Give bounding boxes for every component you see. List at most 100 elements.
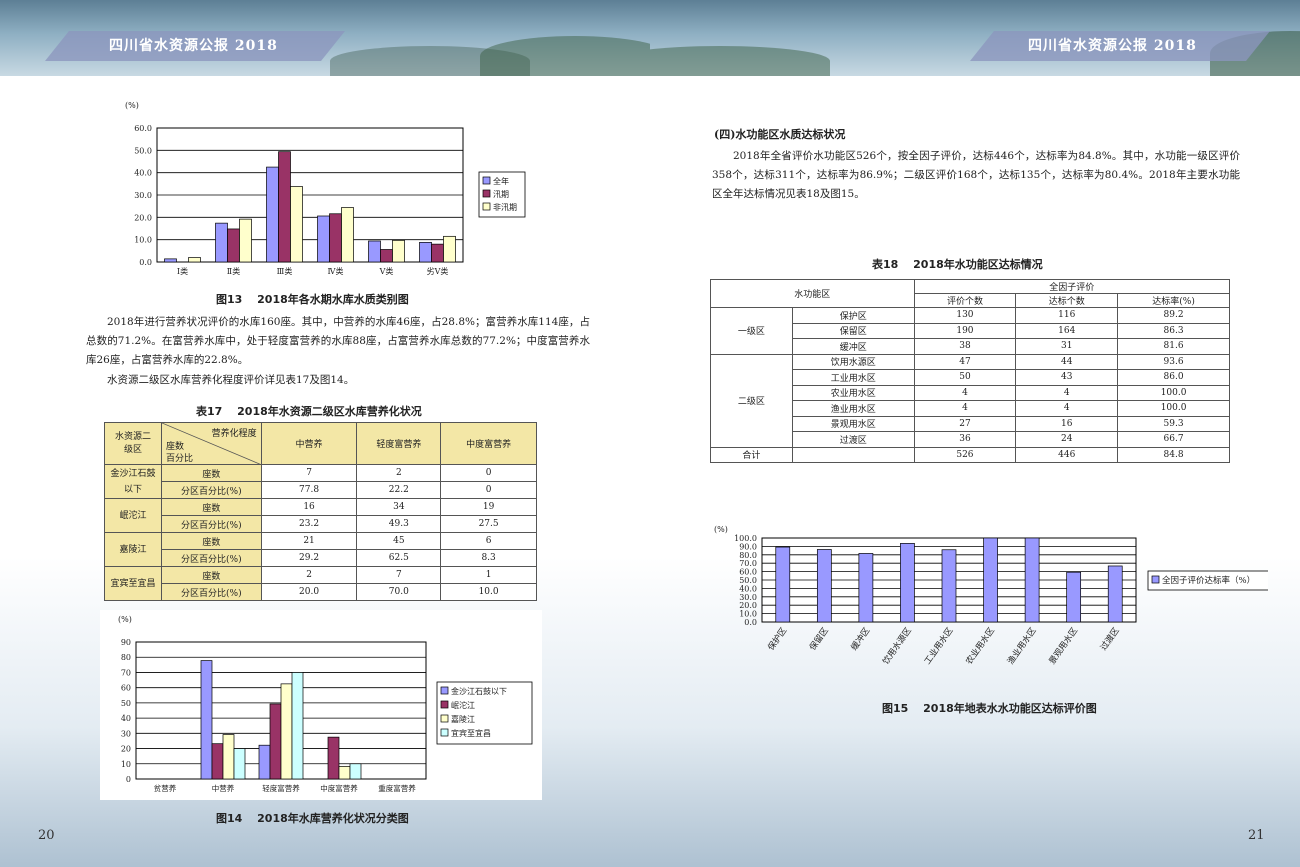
bar-Ⅱ类-非汛期 [239, 218, 252, 263]
bar-Ⅰ类-非汛期 [188, 257, 201, 263]
table18-col-header: 达标个数 [1015, 293, 1119, 308]
y-tick-label: 60.0 [134, 124, 152, 133]
table17-cell: 23.2 [260, 515, 358, 533]
table17-cell: 27.5 [440, 515, 537, 533]
x-category-label: 工业用水区 [922, 625, 956, 667]
legend-swatch [440, 728, 449, 737]
y-tick-label: 20.0 [134, 213, 152, 222]
bar-Ⅴ类-非汛期 [392, 239, 405, 263]
table17-cell: 70.0 [356, 583, 442, 601]
table18-caption: 表18 2018年水功能区达标情况 [872, 258, 1043, 271]
table17-region-name: 宜宾至宜昌 [104, 566, 162, 601]
bar-轻度富营养-嘉陵江 [280, 683, 293, 780]
table18-total-cell: 84.8 [1117, 446, 1230, 463]
bar-Ⅱ类-全年 [215, 222, 228, 263]
bar-缓冲区-全因子评价达标率（%） [858, 553, 874, 623]
table17-cell: 21 [260, 532, 358, 550]
table18-cell: 38 [913, 338, 1017, 355]
x-category-label: 保留区 [807, 625, 831, 653]
table17-row-label: 座数 [160, 532, 262, 550]
table18-total-cell: 526 [913, 446, 1017, 463]
legend-label: 宜宾至宜昌 [451, 728, 491, 738]
table18-cell: 89.2 [1117, 307, 1230, 324]
table18-cell: 4 [913, 384, 1017, 401]
bar-Ⅲ类-全年 [266, 166, 279, 263]
table18-cell: 24 [1015, 431, 1119, 448]
legend-swatch [482, 189, 491, 198]
legend-swatch [482, 202, 491, 211]
table18-cell: 27 [913, 415, 1017, 432]
table17-region-name: 金沙江石鼓以下 [104, 464, 162, 499]
right-paragraph: 2018年全省评价水功能区526个，按全因子评价，达标446个，达标率为84.8… [712, 150, 1240, 200]
table18-cell: 190 [913, 322, 1017, 339]
bar-中营养-金沙江石鼓以下 [200, 660, 213, 780]
table17-cell: 1 [440, 566, 537, 584]
legend-label: 汛期 [493, 190, 509, 199]
bar-Ⅳ类-全年 [317, 215, 330, 263]
table18-empty-cell [791, 446, 915, 463]
legend-label: 岷沱江 [451, 700, 475, 710]
y-tick-label: 10.0 [739, 610, 757, 619]
bar-劣Ⅴ类-全年 [419, 241, 432, 263]
table17-region-name: 岷沱江 [104, 498, 162, 533]
table17-cell: 77.8 [260, 481, 358, 499]
table17-cell: 22.2 [356, 481, 442, 499]
x-category-label: 过渡区 [1098, 625, 1122, 653]
y-tick-label: 90 [121, 638, 131, 647]
y-tick-label: 20.0 [739, 601, 757, 610]
table17-col-header: 中营养 [260, 422, 358, 465]
table17-col-header: 轻度富营养 [356, 422, 442, 465]
y-tick-label: 70 [121, 668, 131, 677]
table18-cell: 59.3 [1117, 415, 1230, 432]
table17-cell: 8.3 [440, 549, 537, 567]
fig15-chart: 0.0 10.0 20.0 30.0 40.0 50.0 60.0 70.0 80.0 90.0 1… [708, 514, 1297, 694]
bar-Ⅴ类-汛期 [380, 249, 393, 263]
legend-label: 全因子评价达标率（%） [1162, 575, 1255, 586]
bar-中营养-嘉陵江 [222, 734, 235, 780]
table18-zone-name: 农业用水区 [791, 384, 915, 401]
legend-swatch [440, 714, 449, 723]
table18-cell: 43 [1015, 369, 1119, 386]
table18-zone-header: 水功能区 [710, 279, 915, 308]
header-banner: 四川省水资源公报 2018 [970, 31, 1270, 61]
bar-中营养-宜宾至宜昌 [233, 748, 246, 780]
bar-农业用水区-全因子评价达标率（%） [983, 537, 998, 623]
y-tick-label: 60.0 [739, 568, 757, 577]
x-category-label: 劣Ⅴ类 [427, 266, 449, 276]
bar-Ⅱ类-汛期 [227, 228, 240, 263]
table17-cell: 2 [260, 566, 358, 584]
y-tick-label: 30 [121, 729, 131, 738]
table18-cell: 47 [913, 353, 1017, 370]
table17-row-label: 分区百分比(%) [160, 481, 262, 499]
table18-zone-name: 过渡区 [791, 431, 915, 448]
table18-level-name: 一级区 [710, 307, 793, 355]
bar-劣Ⅴ类-汛期 [431, 243, 444, 263]
legend-swatch [1151, 575, 1160, 584]
bar-Ⅲ类-非汛期 [290, 186, 303, 263]
legend-label: 嘉陵江 [451, 714, 475, 724]
bar-景观用水区-全因子评价达标率（%） [1066, 571, 1082, 623]
bar-Ⅴ类-全年 [368, 240, 381, 263]
y-tick-label: 70.0 [739, 559, 757, 568]
y-tick-label: 40 [121, 714, 131, 723]
page-number-left: 20 [38, 828, 55, 843]
x-category-label: 景观用水区 [1047, 625, 1081, 667]
table17-row-label: 座数 [160, 464, 262, 482]
table18-cell: 4 [1015, 384, 1119, 401]
table17-row-label: 座数 [160, 566, 262, 584]
table18-cell: 50 [913, 369, 1017, 386]
table17-cell: 20.0 [260, 583, 358, 601]
section-heading: (四)水功能区水质达标状况 [714, 128, 846, 141]
table17: 水资源二级区 营养化程度 座数 百分比 中营养 轻度富营养 中度富营养 金沙江石… [104, 422, 537, 601]
table18-cell: 44 [1015, 353, 1119, 370]
y-axis-unit: (%) [118, 615, 132, 624]
y-tick-label: 30.0 [739, 593, 757, 602]
bar-中营养-岷沱江 [211, 743, 224, 780]
table17-cell: 6 [440, 532, 537, 550]
table17-col-header: 中度富营养 [440, 422, 537, 465]
legend-swatch [440, 700, 449, 709]
fig14-caption: 图14 2018年水库营养化状况分类图 [216, 812, 409, 825]
x-category-label: 重度富营养 [378, 783, 416, 793]
bar-渔业用水区-全因子评价达标率（%） [1024, 537, 1040, 623]
y-tick-label: 20 [121, 745, 131, 754]
